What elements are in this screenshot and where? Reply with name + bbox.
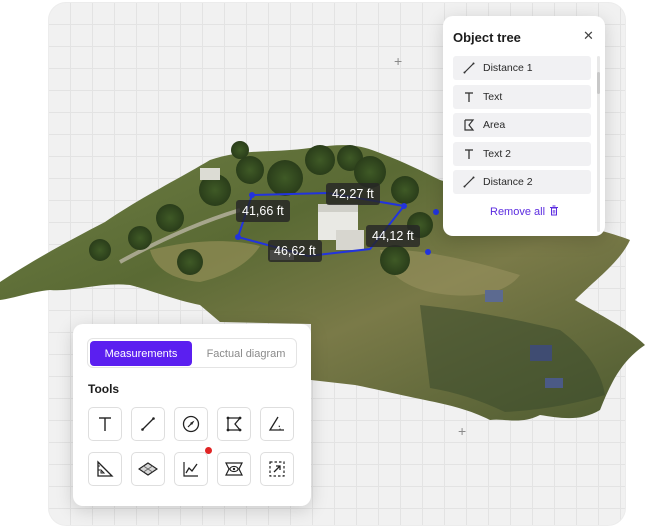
tool-distance-button[interactable] — [131, 407, 165, 441]
surface-layer-icon — [138, 462, 158, 476]
tree-item-label: Text — [483, 90, 503, 103]
object-tree-title: Object tree — [453, 30, 521, 45]
measurement-vertex — [401, 203, 407, 209]
text-icon — [99, 417, 111, 431]
tab-bar: Measurements Factual diagram — [87, 338, 297, 368]
distance-label[interactable]: 46,62 ft — [268, 240, 322, 262]
tool-ruler-triangle-button[interactable] — [88, 452, 122, 486]
tree-item-label: Distance 1 — [483, 62, 533, 74]
text-icon — [460, 90, 478, 104]
tree-item-distance-2[interactable]: Distance 2 — [453, 170, 591, 194]
tool-area-button[interactable] — [217, 407, 251, 441]
distance-label[interactable]: 44,12 ft — [366, 225, 420, 247]
tool-surface-button[interactable] — [131, 452, 165, 486]
compass-direction-icon — [182, 415, 200, 433]
tab-measurements[interactable]: Measurements — [90, 341, 192, 366]
elevation-profile-icon — [183, 462, 198, 477]
tree-item-distance-1[interactable]: Distance 1 — [453, 56, 591, 80]
measurement-vertex — [425, 249, 431, 255]
measurement-vertex — [433, 209, 439, 215]
tools-section-title: Tools — [88, 382, 120, 396]
view-eye-icon — [225, 462, 243, 476]
tree-item-text-2[interactable]: Text 2 — [453, 141, 591, 166]
measurement-vertex — [249, 192, 255, 198]
ruler-triangle-icon — [97, 460, 114, 477]
object-tree-list: Distance 1 Text Area Text 2 Distance 2 — [453, 56, 591, 199]
tree-item-text[interactable]: Text — [453, 84, 591, 109]
notification-badge — [205, 447, 212, 454]
text-icon — [460, 147, 478, 161]
tool-angle-button[interactable] — [260, 407, 294, 441]
trash-icon — [549, 205, 559, 219]
line-distance-icon — [141, 417, 155, 431]
tab-factual-diagram[interactable]: Factual diagram — [196, 341, 296, 366]
remove-all-label: Remove all — [490, 206, 546, 218]
tree-item-area[interactable]: Area — [453, 113, 591, 137]
measurement-vertex — [235, 234, 241, 240]
ruler-line-icon — [460, 175, 478, 189]
crop-select-icon — [269, 461, 285, 477]
tool-elevation-profile-button[interactable] — [174, 447, 212, 486]
close-icon[interactable]: ✕ — [583, 28, 594, 44]
remove-all-button[interactable]: Remove all — [490, 205, 559, 219]
object-tree-panel: Object tree ✕ Distance 1 Text Area Text … — [443, 16, 605, 236]
tool-view-button[interactable] — [217, 452, 251, 486]
ruler-line-icon — [460, 61, 478, 75]
tools-panel: Measurements Factual diagram Tools — [73, 324, 311, 506]
tree-item-label: Area — [483, 119, 506, 131]
tool-text-button[interactable] — [88, 407, 122, 441]
tool-crop-select-button[interactable] — [260, 452, 294, 486]
area-polygon-icon — [460, 118, 478, 132]
tool-direction-button[interactable] — [174, 407, 208, 441]
distance-label[interactable]: 42,27 ft — [326, 183, 380, 205]
polygon-area-icon — [226, 416, 242, 432]
tree-scrollbar-thumb[interactable] — [597, 72, 600, 94]
tree-item-label: Distance 2 — [483, 176, 533, 188]
tree-scrollbar[interactable] — [597, 56, 600, 232]
distance-label[interactable]: 41,66 ft — [236, 200, 290, 222]
angle-icon — [268, 416, 284, 431]
tree-item-label: Text 2 — [483, 147, 512, 160]
